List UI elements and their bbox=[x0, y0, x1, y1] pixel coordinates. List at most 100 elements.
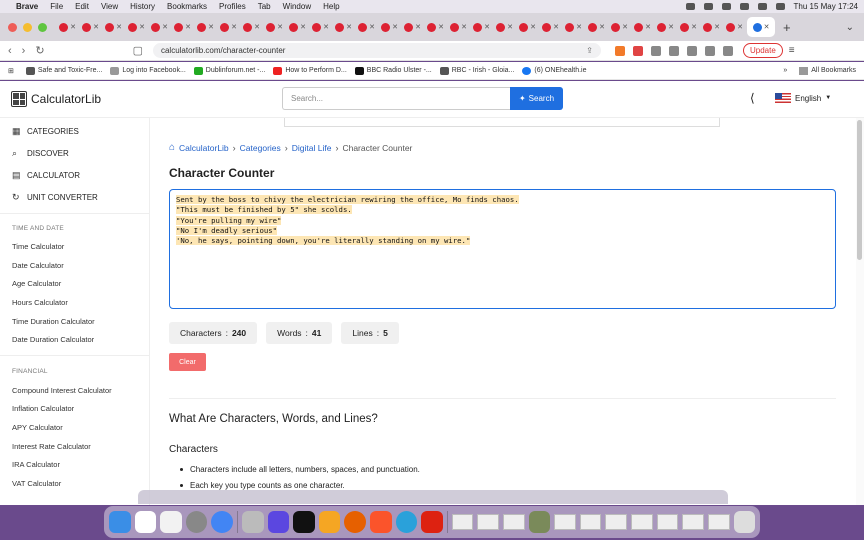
browser-tab[interactable]: ✕ bbox=[494, 17, 515, 37]
browser-tab[interactable]: ✕ bbox=[632, 17, 653, 37]
tab-close-icon[interactable]: ✕ bbox=[162, 23, 168, 31]
menu-bookmarks[interactable]: Bookmarks bbox=[167, 2, 207, 11]
tab-close-icon[interactable]: ✕ bbox=[507, 23, 513, 31]
sidebar-item-discover[interactable]: ⌕ DISCOVER bbox=[12, 149, 69, 159]
browser-tab[interactable]: ✕ bbox=[80, 17, 101, 37]
bookmark-icon[interactable]: ▢ bbox=[133, 44, 143, 57]
clear-button[interactable]: Clear bbox=[169, 353, 206, 371]
browser-tab[interactable]: ✕ bbox=[402, 17, 423, 37]
menu-tab[interactable]: Tab bbox=[258, 2, 271, 11]
browser-tab[interactable]: ✕ bbox=[241, 17, 262, 37]
sidebar-item-unit-converter[interactable]: ↻ UNIT CONVERTER bbox=[12, 193, 98, 203]
browser-tab[interactable]: ✕ bbox=[126, 17, 147, 37]
bookmark-item[interactable]: BBC Radio Ulster -... bbox=[354, 66, 432, 75]
browser-tab[interactable]: ✕ bbox=[517, 17, 538, 37]
leo-icon[interactable] bbox=[704, 45, 715, 56]
minimized-window-thumbnail[interactable] bbox=[528, 511, 551, 533]
menu-help[interactable]: Help bbox=[323, 2, 339, 11]
menu-view[interactable]: View bbox=[101, 2, 118, 11]
bookmark-item[interactable]: (6) ONEhealth.ie bbox=[522, 66, 587, 75]
tab-close-icon[interactable]: ✕ bbox=[116, 23, 122, 31]
bookmark-item[interactable]: Dublinforum.net -... bbox=[193, 66, 265, 75]
search-input[interactable]: Search... bbox=[282, 87, 510, 110]
sidebar-link[interactable]: IRA Calculator bbox=[12, 460, 60, 469]
menu-window[interactable]: Window bbox=[283, 2, 311, 11]
reload-icon[interactable]: ↻ bbox=[35, 44, 44, 57]
minimized-window-thumbnail[interactable] bbox=[682, 514, 704, 530]
menu-profiles[interactable]: Profiles bbox=[219, 2, 246, 11]
tab-close-icon[interactable]: ✕ bbox=[438, 23, 444, 31]
browser-tab[interactable]: ✕ bbox=[379, 17, 400, 37]
spotlight-icon[interactable] bbox=[757, 3, 767, 10]
browser-tab[interactable]: ✕ bbox=[310, 17, 331, 37]
bookmark-item[interactable]: RBC - Irish - Gloia... bbox=[439, 66, 514, 75]
finder-icon[interactable] bbox=[109, 511, 131, 533]
apple-tv-icon[interactable] bbox=[293, 511, 315, 533]
sidebar-link[interactable]: Date Calculator bbox=[12, 261, 64, 270]
menu-history[interactable]: History bbox=[130, 2, 155, 11]
menu-file[interactable]: File bbox=[50, 2, 63, 11]
breadcrumb-link[interactable]: Categories bbox=[240, 143, 281, 153]
search-button[interactable]: ✦ Search bbox=[510, 87, 563, 110]
settings-icon[interactable] bbox=[185, 511, 208, 533]
browser-tab[interactable]: ✕ bbox=[586, 17, 607, 37]
menu-clock[interactable]: Thu 15 May 17:24 bbox=[794, 2, 858, 11]
tab-close-icon[interactable]: ✕ bbox=[714, 23, 720, 31]
share-icon[interactable]: ⟨ bbox=[750, 91, 755, 105]
back-icon[interactable]: ‹ bbox=[8, 45, 12, 57]
browser-tab[interactable]: ✕ bbox=[333, 17, 354, 37]
minimized-window-thumbnail[interactable] bbox=[707, 514, 730, 530]
status-app-icon[interactable] bbox=[703, 3, 713, 10]
control-center-icon[interactable] bbox=[775, 3, 785, 10]
tab-close-icon[interactable]: ✕ bbox=[231, 23, 237, 31]
telegram-icon[interactable] bbox=[395, 511, 418, 533]
tab-close-icon[interactable]: ✕ bbox=[645, 23, 651, 31]
sidebar-toggle-icon[interactable] bbox=[668, 45, 679, 56]
vpn-icon[interactable] bbox=[722, 45, 733, 56]
tab-close-icon[interactable]: ✕ bbox=[461, 23, 467, 31]
browser-tab[interactable]: ✕ bbox=[678, 17, 699, 37]
site-logo[interactable]: CalculatorLib bbox=[11, 91, 101, 107]
browser-menu-icon[interactable]: ≡ bbox=[789, 45, 795, 56]
bookmarks-overflow-icon[interactable]: » bbox=[783, 67, 787, 74]
browser-tab[interactable]: ✕ bbox=[149, 17, 170, 37]
sidebar-link[interactable]: Date Duration Calculator bbox=[12, 335, 94, 344]
wallet-icon[interactable] bbox=[686, 45, 697, 56]
tab-close-icon[interactable]: ✕ bbox=[576, 23, 582, 31]
chrome-icon[interactable] bbox=[211, 511, 233, 533]
sidebar-link[interactable]: Compound Interest Calculator bbox=[12, 386, 112, 395]
browser-tab[interactable]: ✕ bbox=[57, 17, 78, 37]
preview-icon[interactable] bbox=[241, 511, 264, 533]
tab-list-chevron-icon[interactable]: ⌄ bbox=[846, 22, 854, 33]
trash-icon[interactable] bbox=[733, 511, 756, 533]
minimized-window-thumbnail[interactable] bbox=[631, 514, 653, 530]
sidebar-link[interactable]: Age Calculator bbox=[12, 279, 61, 288]
brave-shields-icon[interactable] bbox=[614, 45, 625, 56]
language-selector[interactable]: English ▼ bbox=[775, 93, 831, 103]
minimize-window-icon[interactable] bbox=[23, 22, 32, 32]
browser-tab[interactable]: ✕ bbox=[425, 17, 446, 37]
scrollbar-thumb[interactable] bbox=[857, 120, 862, 260]
browser-tab[interactable]: ✕ bbox=[218, 17, 239, 37]
browser-tab-active[interactable]: ✕ bbox=[747, 17, 775, 37]
text-input-area[interactable]: Sent by the boss to chivy the electricia… bbox=[169, 189, 836, 309]
tab-close-icon[interactable]: ✕ bbox=[530, 23, 536, 31]
tab-close-icon[interactable]: ✕ bbox=[277, 23, 283, 31]
minimized-window-thumbnail[interactable] bbox=[605, 514, 628, 530]
brave-rewards-icon[interactable] bbox=[632, 45, 643, 56]
tab-close-icon[interactable]: ✕ bbox=[323, 23, 329, 31]
wifi-icon[interactable] bbox=[739, 3, 749, 10]
minimized-window-thumbnail[interactable] bbox=[554, 514, 576, 530]
browser-tab[interactable]: ✕ bbox=[264, 17, 285, 37]
minimized-window-thumbnail[interactable] bbox=[579, 514, 602, 530]
tab-close-icon[interactable]: ✕ bbox=[415, 23, 421, 31]
tab-close-icon[interactable]: ✕ bbox=[484, 23, 490, 31]
browser-tab[interactable]: ✕ bbox=[172, 17, 193, 37]
notes-icon[interactable] bbox=[160, 511, 182, 533]
browser-tab[interactable]: ✕ bbox=[356, 17, 377, 37]
new-tab-icon[interactable]: + bbox=[783, 20, 791, 35]
minimized-window-thumbnail[interactable] bbox=[502, 514, 525, 530]
minimized-window-thumbnail[interactable] bbox=[477, 514, 499, 530]
brave-icon[interactable] bbox=[369, 511, 392, 533]
tab-close-icon[interactable]: ✕ bbox=[369, 23, 375, 31]
